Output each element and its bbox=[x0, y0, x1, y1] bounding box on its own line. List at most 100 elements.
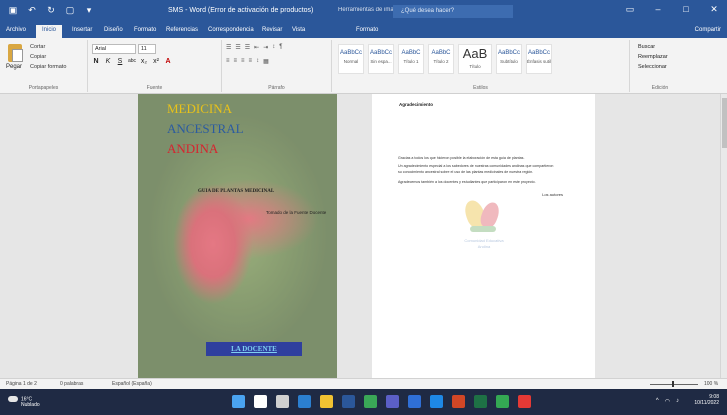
line-spacing-icon[interactable]: ↕ bbox=[256, 58, 259, 65]
font-color-button[interactable]: A bbox=[164, 58, 172, 65]
redo-icon[interactable]: ↻ bbox=[46, 5, 56, 16]
borders-icon[interactable]: ▦ bbox=[263, 58, 269, 65]
paragraph-line[interactable]: su conocimiento ancestral sobre el uso d… bbox=[398, 170, 533, 174]
page-count[interactable]: Página 1 de 2 bbox=[6, 381, 37, 387]
language-indicator[interactable]: Español (España) bbox=[112, 381, 152, 387]
strikethrough-button[interactable]: abc bbox=[128, 58, 136, 65]
cover-title-andina[interactable]: ANDINA bbox=[167, 141, 218, 157]
tab-formato[interactable]: Formato bbox=[134, 27, 156, 33]
find-button[interactable]: Buscar bbox=[638, 44, 655, 50]
bold-button[interactable]: N bbox=[92, 58, 100, 65]
cover-subtitle[interactable]: GUIA DE PLANTAS MEDICINAL bbox=[198, 189, 274, 194]
close-button[interactable]: ✕ bbox=[707, 4, 721, 15]
format-painter-button[interactable]: Copiar formato bbox=[30, 64, 66, 70]
superscript-button[interactable]: x² bbox=[152, 58, 160, 65]
style-heading-2[interactable]: AaBbC Título 2 bbox=[428, 44, 454, 74]
tab-inicio[interactable]: Inicio bbox=[36, 25, 63, 38]
app-red-icon[interactable] bbox=[518, 395, 531, 408]
wifi-icon[interactable]: ◠ bbox=[665, 398, 670, 405]
tab-correspondencia[interactable]: Correspondencia bbox=[208, 27, 254, 33]
paragraph-line[interactable]: Un agradecimiento especial a los sabedor… bbox=[398, 164, 553, 168]
zoom-level[interactable]: 100 % bbox=[704, 381, 718, 387]
paste-button[interactable]: Pegar bbox=[6, 64, 22, 70]
minimize-button[interactable]: – bbox=[651, 4, 665, 15]
chrome-icon[interactable] bbox=[364, 395, 377, 408]
mail-icon[interactable] bbox=[430, 395, 443, 408]
align-center-icon[interactable]: ≡ bbox=[234, 58, 238, 65]
decrease-indent-icon[interactable]: ⇤ bbox=[254, 44, 259, 51]
copy-button[interactable]: Copiar bbox=[30, 54, 46, 60]
chevron-up-icon[interactable]: ^ bbox=[656, 398, 659, 405]
ribbon-display-icon[interactable]: ▭ bbox=[623, 4, 637, 15]
align-right-icon[interactable]: ≡ bbox=[241, 58, 245, 65]
search-icon[interactable] bbox=[254, 395, 267, 408]
paragraph-line[interactable]: Agradecemos también a los docentes y est… bbox=[398, 180, 536, 184]
zoom-slider-thumb[interactable] bbox=[672, 381, 674, 387]
volume-icon[interactable]: ♪ bbox=[676, 398, 679, 405]
cut-button[interactable]: Cortar bbox=[30, 44, 45, 50]
tab-formato-imagen[interactable]: Formato bbox=[356, 27, 378, 33]
zoom-slider[interactable] bbox=[650, 384, 698, 385]
word-icon[interactable] bbox=[342, 395, 355, 408]
save-icon[interactable]: ▣ bbox=[8, 5, 18, 16]
paragraph-line[interactable]: Gracias a todos los que hicieron posible… bbox=[398, 156, 524, 160]
cover-title-ancestral[interactable]: ANCESTRAL bbox=[167, 121, 244, 137]
windows-start-icon[interactable] bbox=[232, 395, 245, 408]
app-green-icon[interactable] bbox=[496, 395, 509, 408]
customize-qat-icon[interactable]: ▾ bbox=[84, 5, 94, 16]
tab-vista[interactable]: Vista bbox=[292, 27, 305, 33]
page-heading[interactable]: Agradecimiento bbox=[399, 102, 433, 107]
store-icon[interactable] bbox=[408, 395, 421, 408]
weather-widget[interactable]: 16°C Nublado bbox=[8, 396, 40, 408]
scrollbar-thumb[interactable] bbox=[722, 98, 727, 148]
edge-icon[interactable] bbox=[298, 395, 311, 408]
cover-page[interactable]: MEDICINA ANCESTRAL ANDINA GUIA DE PLANTA… bbox=[138, 94, 337, 378]
maximize-button[interactable]: □ bbox=[679, 4, 693, 15]
increase-indent-icon[interactable]: ⇥ bbox=[263, 44, 268, 51]
teams-icon[interactable] bbox=[386, 395, 399, 408]
signature-text[interactable]: Los autores bbox=[542, 192, 563, 197]
tell-me-search[interactable]: ¿Qué desea hacer? bbox=[393, 5, 513, 18]
cover-author[interactable]: Tomado de la Fuente Docente bbox=[266, 210, 326, 215]
cover-logo-wordart[interactable]: LA DOCENTE bbox=[206, 342, 302, 356]
powerpoint-icon[interactable] bbox=[452, 395, 465, 408]
tab-referencias[interactable]: Referencias bbox=[166, 27, 198, 33]
style-subtitle[interactable]: AaBbCc Subtítulo bbox=[496, 44, 522, 74]
style-heading-1[interactable]: AaBbC Título 1 bbox=[398, 44, 424, 74]
subscript-button[interactable]: x₂ bbox=[140, 58, 148, 65]
tab-diseno[interactable]: Diseño bbox=[104, 27, 123, 33]
show-marks-icon[interactable]: ¶ bbox=[279, 44, 282, 51]
file-explorer-icon[interactable] bbox=[320, 395, 333, 408]
tab-archivo[interactable]: Archivo bbox=[6, 27, 26, 33]
multilevel-list-icon[interactable]: ☰ bbox=[245, 44, 250, 51]
document-workspace[interactable]: MEDICINA ANCESTRAL ANDINA GUIA DE PLANTA… bbox=[0, 94, 727, 378]
numbering-icon[interactable]: ☰ bbox=[235, 44, 240, 51]
justify-icon[interactable]: ≡ bbox=[249, 58, 253, 65]
align-left-icon[interactable]: ≡ bbox=[226, 58, 230, 65]
excel-icon[interactable] bbox=[474, 395, 487, 408]
sort-icon[interactable]: ↕ bbox=[272, 44, 275, 51]
replace-button[interactable]: Reemplazar bbox=[638, 54, 668, 60]
underline-button[interactable]: S bbox=[116, 58, 124, 65]
font-name-select[interactable]: Arial bbox=[92, 44, 136, 54]
clock[interactable]: 9:08 10/11/2022 bbox=[694, 394, 719, 406]
cover-title-medicina[interactable]: MEDICINA bbox=[167, 101, 232, 117]
style-no-spacing[interactable]: AaBbCc Sin espa... bbox=[368, 44, 394, 74]
vertical-scrollbar[interactable] bbox=[720, 94, 727, 378]
word-count[interactable]: 0 palabras bbox=[60, 381, 83, 387]
paste-icon[interactable] bbox=[8, 44, 23, 62]
font-size-select[interactable]: 11 bbox=[138, 44, 156, 54]
touch-mode-icon[interactable]: ▢ bbox=[65, 5, 75, 16]
tab-insertar[interactable]: Insertar bbox=[72, 27, 92, 33]
task-view-icon[interactable] bbox=[276, 395, 289, 408]
style-title[interactable]: AaB Título bbox=[458, 44, 492, 74]
undo-icon[interactable]: ↶ bbox=[27, 5, 37, 16]
select-button[interactable]: Seleccionar bbox=[638, 64, 667, 70]
document-page-2[interactable]: Agradecimiento Gracias a todos los que h… bbox=[372, 94, 595, 378]
tab-revisar[interactable]: Revisar bbox=[262, 27, 282, 33]
style-normal[interactable]: AaBbCc Normal bbox=[338, 44, 364, 74]
bullets-icon[interactable]: ☰ bbox=[226, 44, 231, 51]
italic-button[interactable]: K bbox=[104, 58, 112, 65]
style-subtle-emphasis[interactable]: AaBbCc Énfasis sutil bbox=[526, 44, 552, 74]
share-button[interactable]: Compartir bbox=[695, 27, 721, 33]
